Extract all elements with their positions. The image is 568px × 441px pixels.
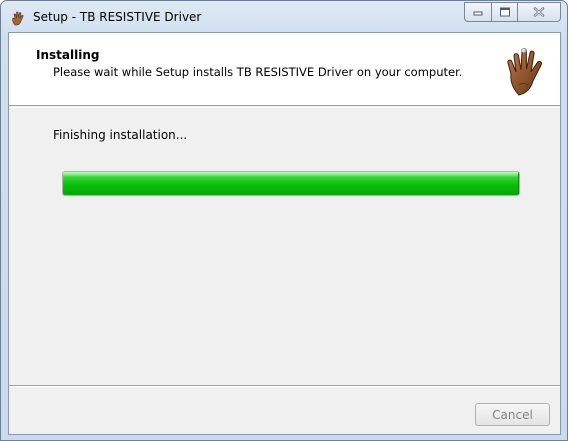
page-title: Installing: [36, 48, 100, 62]
window-title: Setup - TB RESISTIVE Driver: [33, 10, 202, 24]
setup-window: Setup - TB RESISTIVE Driver Installing P…: [0, 0, 568, 441]
minimize-icon: [473, 11, 483, 16]
hand-app-icon: [12, 11, 24, 26]
caption-buttons: [464, 2, 561, 22]
header-divider: [9, 107, 560, 108]
install-progress-bar: [62, 171, 520, 196]
close-button[interactable]: [517, 2, 561, 22]
maximize-icon: [499, 7, 510, 17]
footer-divider-highlight: [9, 386, 560, 387]
cancel-button[interactable]: Cancel: [475, 403, 550, 426]
minimize-button[interactable]: [464, 2, 491, 22]
wizard-page: Installing Please wait while Setup insta…: [8, 32, 561, 435]
status-text: Finishing installation...: [53, 128, 188, 142]
page-subtitle: Please wait while Setup installs TB RESI…: [53, 65, 463, 79]
maximize-button[interactable]: [491, 2, 517, 22]
title-bar[interactable]: Setup - TB RESISTIVE Driver: [1, 1, 567, 33]
progress-fill: [63, 172, 519, 195]
wizard-header: Installing Please wait while Setup insta…: [9, 33, 560, 106]
hand-logo: [507, 48, 542, 96]
close-icon: [533, 7, 545, 17]
